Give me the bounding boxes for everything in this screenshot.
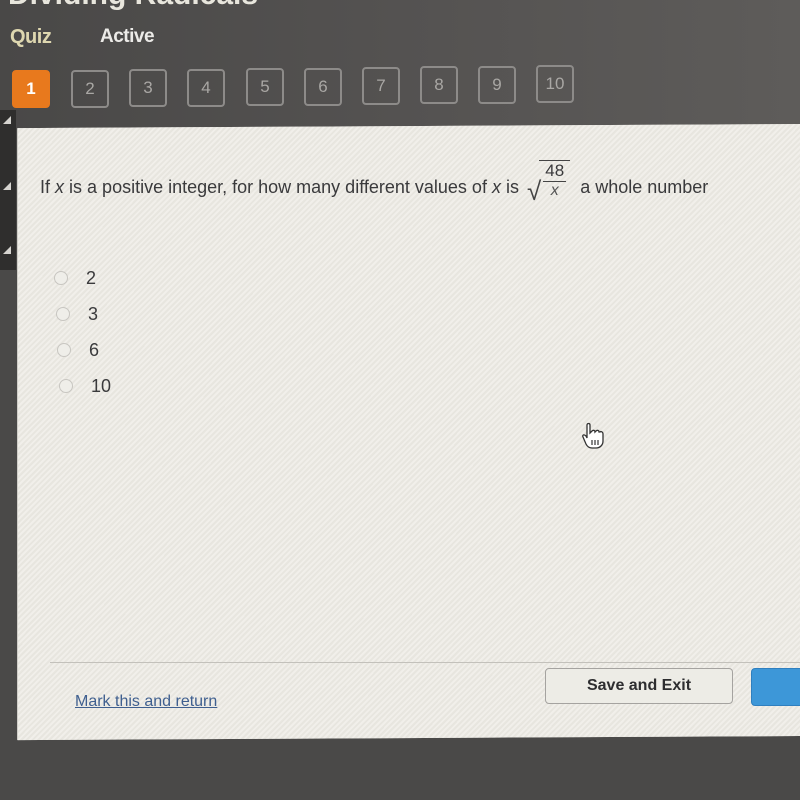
question-text-part: is bbox=[505, 176, 519, 197]
question-nav-button-3[interactable]: 3 bbox=[129, 69, 167, 107]
question-nav-button-1[interactable]: 1 bbox=[12, 70, 50, 108]
question-text: If x is a positive integer, for how many… bbox=[40, 160, 709, 204]
choice-label: 6 bbox=[89, 339, 100, 360]
question-nav-button-9[interactable]: 9 bbox=[478, 66, 516, 104]
side-rail bbox=[0, 110, 16, 270]
answer-choice[interactable]: 6 bbox=[57, 332, 109, 368]
answer-choice[interactable]: 3 bbox=[56, 296, 108, 332]
question-text-part: If bbox=[40, 176, 51, 197]
question-panel bbox=[18, 123, 800, 741]
question-text-part: is a positive integer, for how many diff… bbox=[69, 176, 487, 197]
square-root-icon: √ bbox=[526, 176, 542, 206]
quiz-label: Quiz bbox=[10, 26, 52, 48]
question-nav-button-10[interactable]: 10 bbox=[536, 65, 574, 103]
question-nav-button-2[interactable]: 2 bbox=[71, 70, 109, 108]
status-label: Active bbox=[100, 26, 155, 47]
radio-button[interactable] bbox=[59, 379, 73, 393]
rail-tab-marker[interactable] bbox=[3, 116, 11, 124]
rail-tab-marker[interactable] bbox=[3, 182, 11, 190]
variable-x: x bbox=[55, 176, 65, 197]
lesson-title: Dividing Radicals bbox=[8, 0, 258, 12]
question-nav-button-7[interactable]: 7 bbox=[362, 67, 400, 105]
radical-expression: √ 48 x bbox=[527, 160, 571, 204]
answer-choice[interactable]: 10 bbox=[59, 368, 111, 404]
top-bar: Dividing Radicals Quiz Active 1 2 3 4 5 … bbox=[0, 0, 800, 128]
choice-label: 3 bbox=[88, 303, 99, 324]
question-text-part: a whole number bbox=[580, 176, 709, 197]
mark-and-return-link[interactable]: Mark this and return bbox=[75, 693, 217, 711]
answer-choices: 2 3 6 10 bbox=[54, 260, 111, 404]
radio-button[interactable] bbox=[57, 343, 71, 357]
footer-divider bbox=[50, 662, 800, 663]
question-nav-button-4[interactable]: 4 bbox=[187, 69, 225, 107]
choice-label: 2 bbox=[86, 267, 97, 288]
fraction: 48 x bbox=[539, 160, 571, 200]
save-and-exit-button[interactable]: Save and Exit bbox=[545, 668, 733, 704]
radio-button[interactable] bbox=[54, 271, 68, 285]
answer-choice[interactable]: 2 bbox=[54, 260, 106, 296]
next-button[interactable] bbox=[751, 668, 800, 706]
fraction-denominator: x bbox=[550, 182, 559, 199]
choice-label: 10 bbox=[91, 375, 112, 396]
question-nav-button-8[interactable]: 8 bbox=[420, 66, 458, 104]
variable-x: x bbox=[491, 176, 501, 197]
rail-tab-marker[interactable] bbox=[3, 246, 11, 254]
question-nav-button-5[interactable]: 5 bbox=[246, 68, 284, 106]
fraction-numerator: 48 bbox=[543, 161, 567, 182]
hand-pointer-cursor-icon bbox=[582, 422, 604, 449]
question-nav-button-6[interactable]: 6 bbox=[304, 68, 342, 106]
radio-button[interactable] bbox=[56, 307, 70, 321]
